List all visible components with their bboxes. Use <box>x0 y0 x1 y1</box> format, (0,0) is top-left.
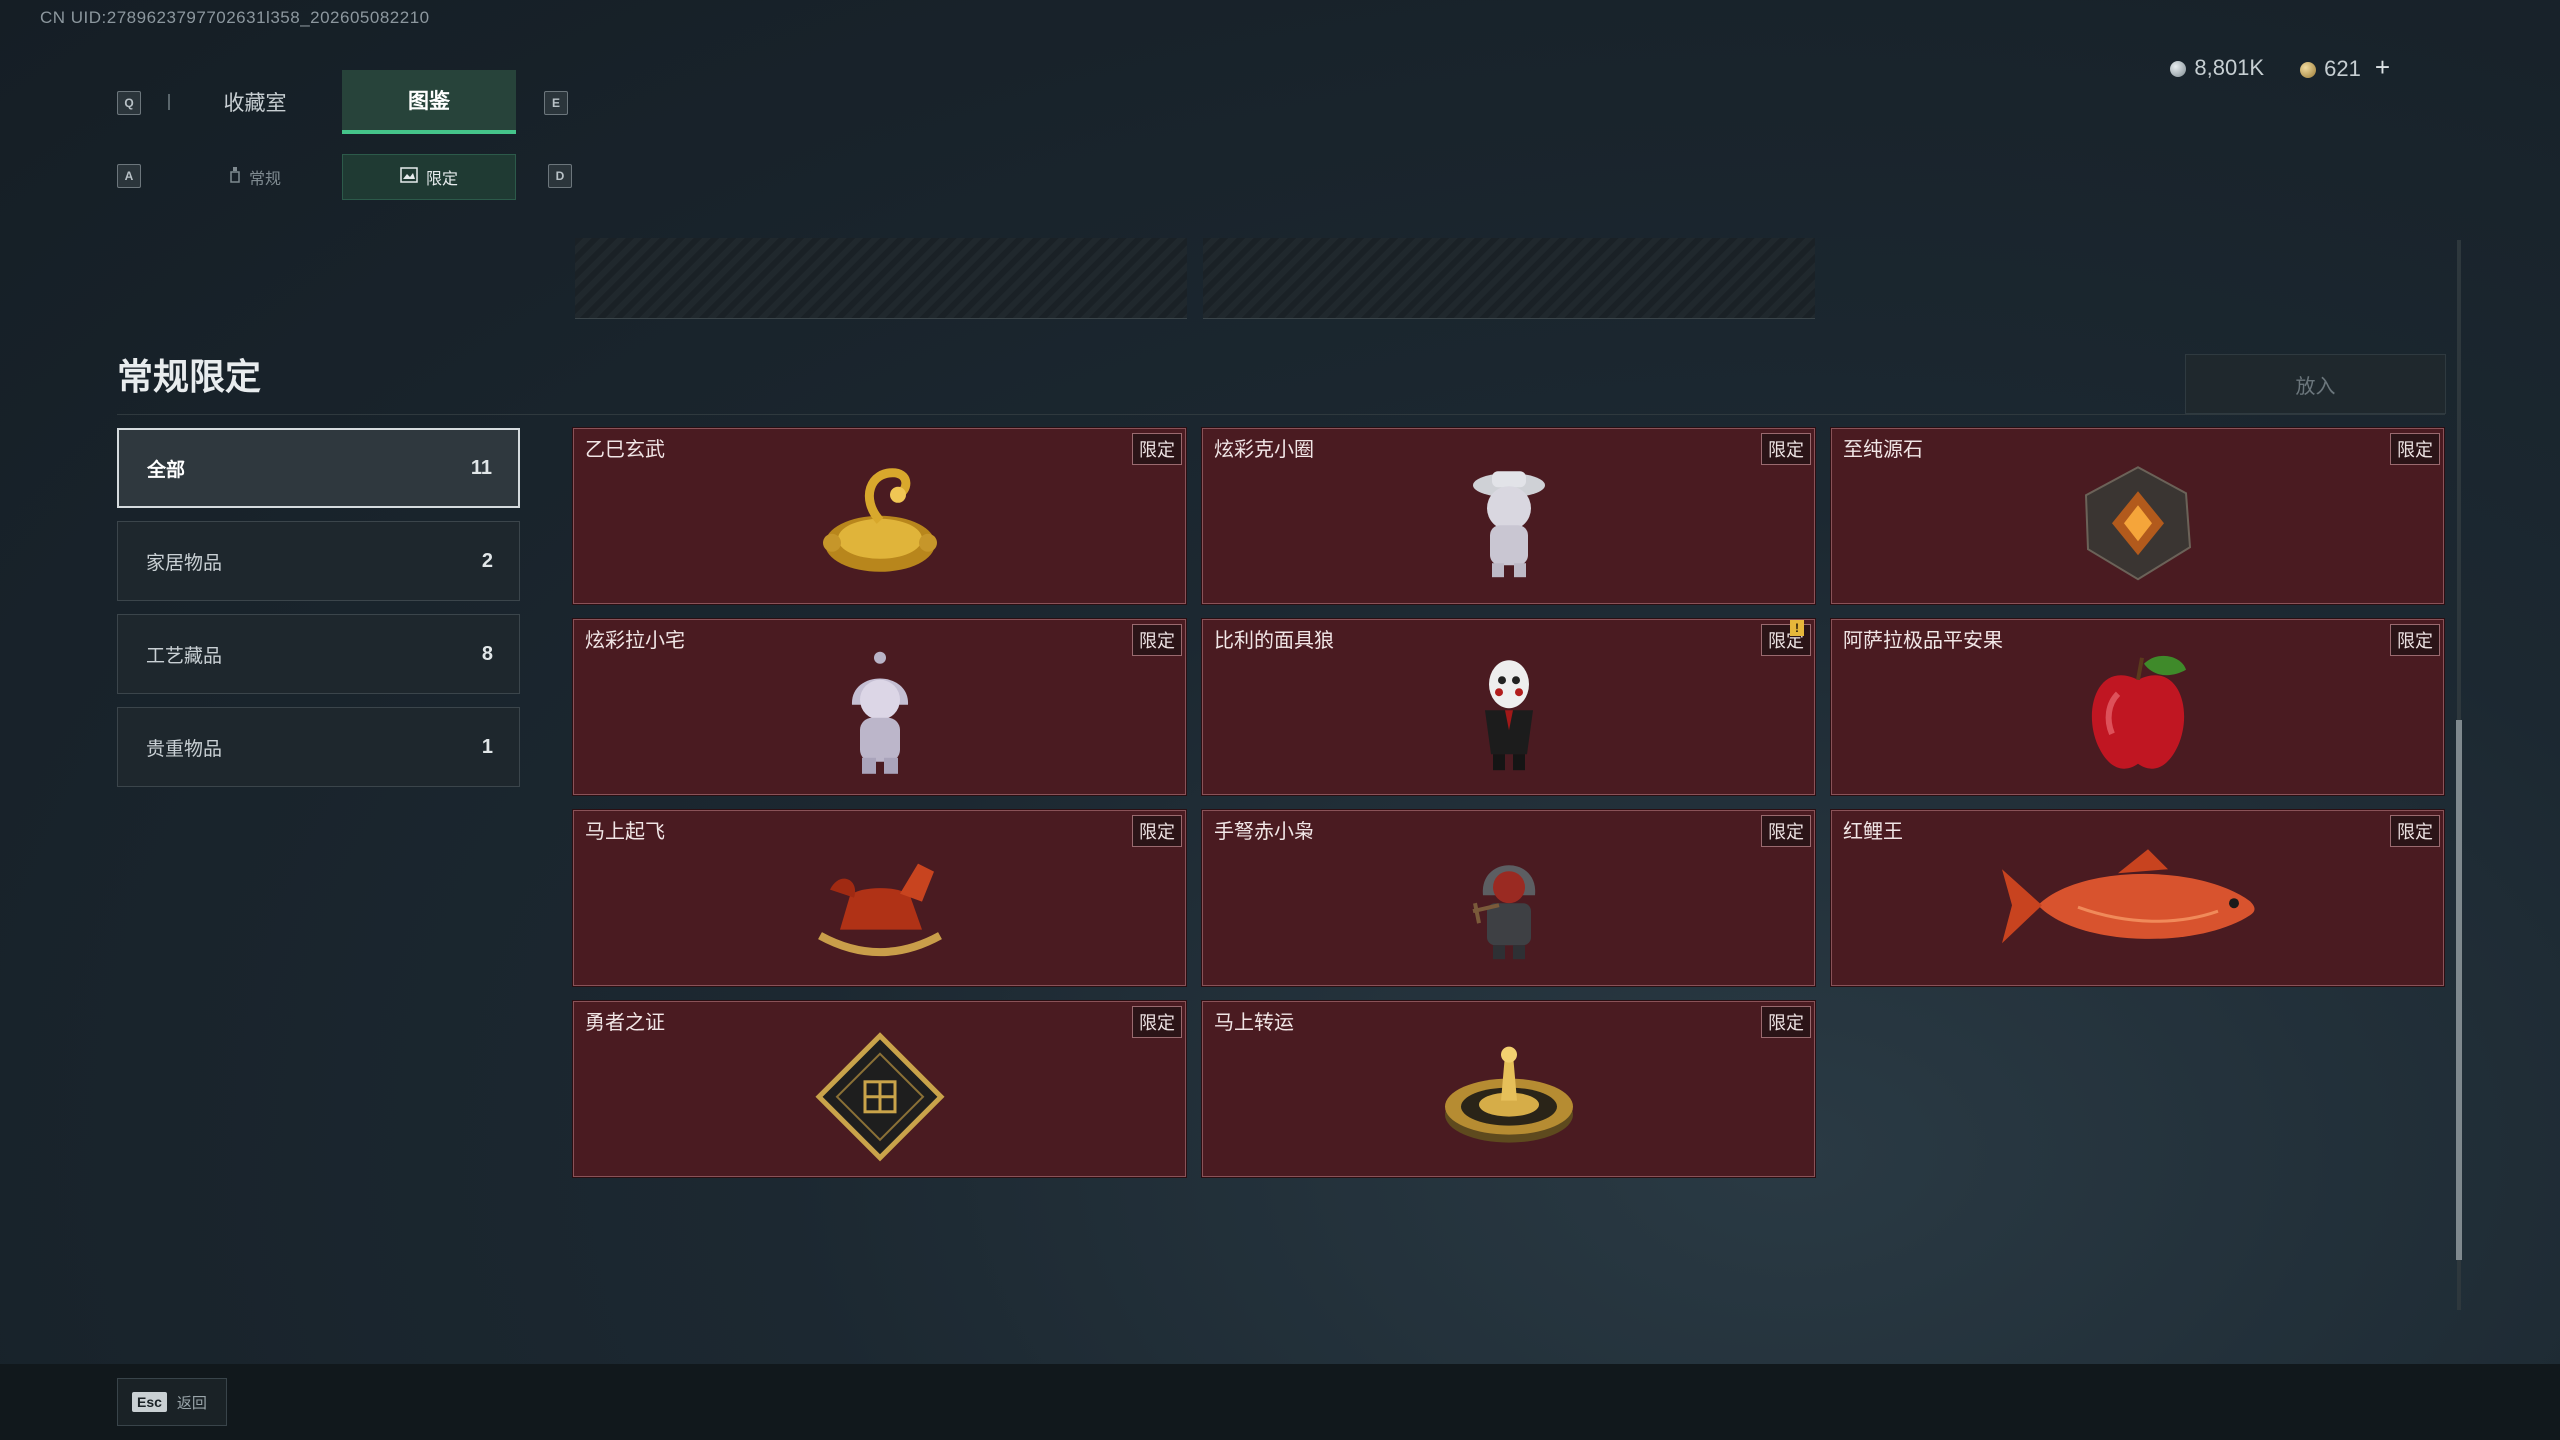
category-valuables[interactable]: 贵重物品 1 <box>117 707 520 787</box>
limited-badge: 限定 <box>1761 815 1811 847</box>
add-currency-icon[interactable]: + <box>2375 52 2390 82</box>
item-card[interactable]: 至纯源石 限定 <box>1830 427 2445 605</box>
item-name: 炫彩克小圈 <box>1214 439 1314 461</box>
category-count: 11 <box>470 456 492 479</box>
item-name: 马上转运 <box>1214 1012 1294 1034</box>
limited-icon <box>400 166 418 188</box>
esc-key-icon: Esc <box>132 1392 167 1412</box>
scrollbar-thumb[interactable] <box>2456 720 2462 1260</box>
subtab-limited-label: 限定 <box>425 171 458 188</box>
limited-badge: 限定 <box>1761 433 1811 465</box>
category-label: 工艺藏品 <box>146 645 223 667</box>
red-carp-icon <box>2001 849 2254 944</box>
currency-bar: 8,801K 621 + <box>2170 52 2390 83</box>
limited-badge: 限定 <box>2390 815 2440 847</box>
item-card[interactable]: 比利的面具狼 限定 ! <box>1201 618 1816 796</box>
item-name: 至纯源石 <box>1843 439 1923 461</box>
sub-tabs: 常规 限定 <box>168 154 516 200</box>
footer-bar <box>0 1364 2560 1440</box>
limited-badge: 限定 <box>1761 1006 1811 1038</box>
golden-turntable-icon <box>1444 1046 1573 1143</box>
limited-badge: 限定 <box>1132 1006 1182 1038</box>
item-name: 手弩赤小枭 <box>1214 821 1314 843</box>
subtab-limited[interactable]: 限定 <box>342 154 516 200</box>
item-grid: 乙巳玄武 限定 炫彩克小圈 限定 至纯源石 限定 炫彩拉小宅 限定 比利的面具狼… <box>572 427 2445 1178</box>
brave-token-icon <box>814 1032 945 1162</box>
item-name: 马上起飞 <box>585 821 665 843</box>
silver-amount: 8,801K <box>2194 54 2265 80</box>
category-household[interactable]: 家居物品 2 <box>117 521 520 601</box>
item-name: 比利的面具狼 <box>1214 630 1334 652</box>
regular-icon <box>229 166 241 189</box>
gold-amount: 621 <box>2324 56 2361 81</box>
player-uid: CN UID:2789623797702631l358_202605082210 <box>40 8 430 27</box>
category-crafts[interactable]: 工艺藏品 8 <box>117 614 520 694</box>
item-card[interactable]: 乙巳玄武 限定 <box>572 427 1187 605</box>
limited-badge: 限定 <box>1132 815 1182 847</box>
category-label: 贵重物品 <box>146 738 223 760</box>
silver-currency: 8,801K <box>2170 55 2264 81</box>
rocking-horse-icon <box>817 863 942 957</box>
item-card[interactable]: 马上转运 限定 <box>1201 1000 1816 1178</box>
tab-catalog[interactable]: 图鉴 <box>342 70 516 134</box>
category-label: 全部 <box>147 459 186 481</box>
source-crystal-icon <box>2084 466 2191 581</box>
silver-figure-hat-icon <box>1472 471 1545 578</box>
showcase-slot[interactable] <box>1203 238 1815 319</box>
place-button[interactable]: 放入 <box>2185 354 2446 414</box>
tab-collection-room[interactable]: 收藏室 <box>168 70 342 134</box>
limited-badge: 限定 <box>1132 433 1182 465</box>
category-count: 1 <box>481 735 493 758</box>
key-hint-d: D <box>548 164 572 188</box>
item-card[interactable]: 马上起飞 限定 <box>572 809 1187 987</box>
subtab-regular[interactable]: 常规 <box>168 154 342 200</box>
item-card[interactable]: 手弩赤小枭 限定 <box>1201 809 1816 987</box>
category-list: 全部 11 家居物品 2 工艺藏品 8 贵重物品 1 <box>117 428 520 800</box>
item-name: 炫彩拉小宅 <box>585 630 685 652</box>
category-all[interactable]: 全部 11 <box>117 428 520 508</box>
golden-turtle-snake-icon <box>822 468 937 572</box>
subtab-regular-label: 常规 <box>248 171 281 188</box>
section-divider <box>117 414 2445 415</box>
section-title: 常规限定 <box>117 356 262 397</box>
red-apple-icon <box>2091 655 2186 769</box>
item-card[interactable]: 阿萨拉极品平安果 限定 <box>1830 618 2445 796</box>
category-count: 8 <box>481 642 493 665</box>
limited-badge: 限定 <box>1132 624 1182 656</box>
key-hint-a: A <box>117 164 141 188</box>
item-name: 阿萨拉极品平安果 <box>1843 630 2003 652</box>
back-label: 返回 <box>176 1394 207 1412</box>
item-card[interactable]: 红鲤王 限定 <box>1830 809 2445 987</box>
limited-badge: 限定 <box>2390 433 2440 465</box>
item-card[interactable]: 炫彩克小圈 限定 <box>1201 427 1816 605</box>
key-hint-q: Q <box>117 91 141 115</box>
category-label: 家居物品 <box>146 552 223 574</box>
hooded-figure-icon <box>851 651 908 774</box>
tab-divider <box>168 94 170 110</box>
item-name: 红鲤王 <box>1843 821 1903 843</box>
item-name: 勇者之证 <box>585 1012 665 1034</box>
showcase-slot[interactable] <box>575 238 1187 319</box>
item-card[interactable]: 炫彩拉小宅 限定 <box>572 618 1187 796</box>
masked-puppet-icon <box>1484 660 1533 771</box>
alert-icon: ! <box>1790 620 1804 636</box>
gold-currency: 621 + <box>2300 52 2390 83</box>
hooded-crossbow-figure-icon <box>1472 865 1535 960</box>
key-hint-e: E <box>544 91 568 115</box>
gold-coin-icon <box>2300 62 2317 78</box>
silver-coin-icon <box>2170 60 2187 77</box>
category-count: 2 <box>481 549 493 572</box>
item-card[interactable]: 勇者之证 限定 <box>572 1000 1187 1178</box>
main-tabs: 收藏室 图鉴 <box>168 70 516 134</box>
item-name: 乙巳玄武 <box>585 439 665 461</box>
limited-badge: 限定 <box>2390 624 2440 656</box>
back-button[interactable]: Esc 返回 <box>117 1378 227 1426</box>
